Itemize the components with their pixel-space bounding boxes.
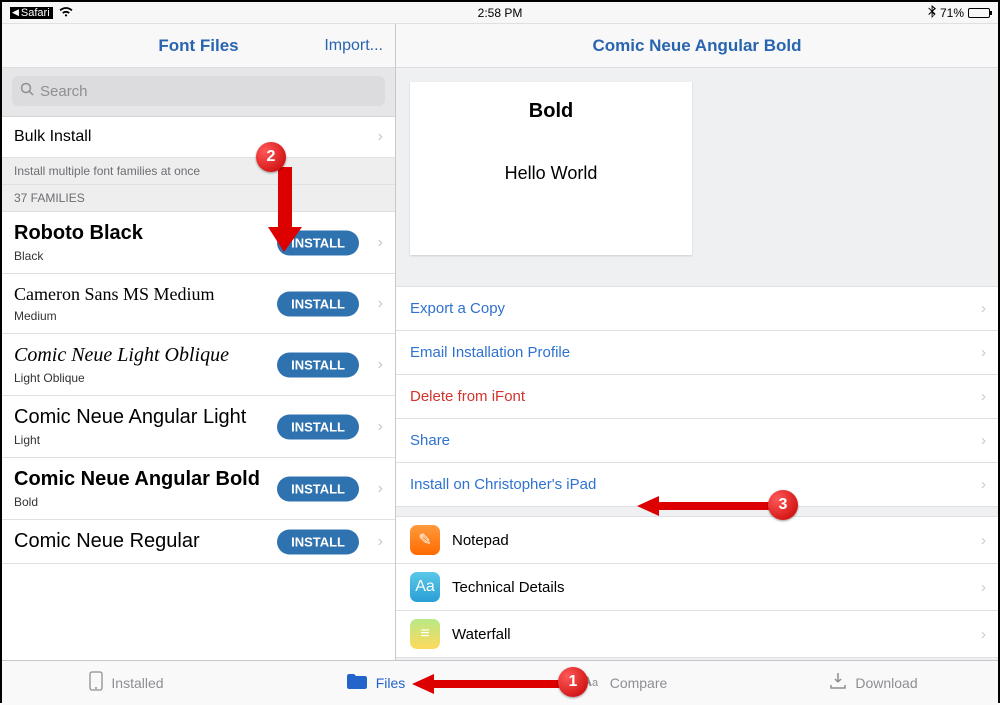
tab-installed[interactable]: Installed — [2, 661, 251, 705]
svg-text:a: a — [592, 677, 599, 689]
export-copy-row[interactable]: Export a Copy › — [396, 286, 998, 331]
install-button[interactable]: INSTALL — [277, 529, 359, 554]
right-navbar: Comic Neue Angular Bold — [396, 24, 998, 68]
chevron-right-icon: › — [378, 480, 383, 498]
install-device-label: Install on Christopher's iPad — [410, 476, 596, 493]
marker-1: 1 — [558, 667, 588, 697]
bluetooth-icon — [928, 5, 936, 21]
chevron-right-icon: › — [981, 344, 986, 361]
font-preview-card: Bold Hello World — [410, 82, 692, 255]
email-label: Email Installation Profile — [410, 344, 570, 361]
download-icon — [829, 672, 847, 695]
device-icon — [89, 671, 103, 696]
app-row[interactable]: ≡ Waterfall › — [396, 610, 998, 658]
search-placeholder: Search — [40, 83, 88, 100]
font-row[interactable]: Cameron Sans MS MediumMediumINSTALL› — [2, 274, 395, 334]
search-input[interactable]: Search — [12, 76, 385, 106]
left-navbar: Font Files Import... — [2, 24, 395, 68]
app-icon: Aa — [410, 572, 440, 602]
font-row[interactable]: Comic Neue Angular BoldBoldINSTALL› — [2, 458, 395, 520]
chevron-right-icon: › — [981, 579, 986, 596]
actions-list: Export a Copy › Email Installation Profil… — [396, 287, 998, 507]
chevron-right-icon: › — [378, 295, 383, 313]
app-row[interactable]: ✎ Notepad › — [396, 516, 998, 564]
font-list: Bulk Install › Install multiple font fam… — [2, 117, 395, 660]
chevron-right-icon: › — [981, 300, 986, 317]
tab-download[interactable]: Download — [749, 661, 998, 705]
right-pane: Comic Neue Angular Bold Bold Hello World… — [396, 24, 998, 660]
install-button[interactable]: INSTALL — [277, 476, 359, 501]
bulk-subtitle: Install multiple font families at once — [2, 158, 395, 185]
font-row[interactable]: Comic Neue RegularINSTALL› — [2, 520, 395, 564]
app-label: Notepad — [452, 532, 509, 549]
search-icon — [20, 82, 34, 100]
family-count: 37 FAMILIES — [2, 185, 395, 212]
delete-label: Delete from iFont — [410, 388, 525, 405]
battery-icon — [968, 8, 990, 18]
install-button[interactable]: INSTALL — [277, 414, 359, 439]
tab-label: Download — [855, 675, 917, 691]
chevron-right-icon: › — [378, 533, 383, 551]
left-pane: Font Files Import... Search Bulk Install… — [2, 24, 396, 660]
install-button[interactable]: INSTALL — [277, 291, 359, 316]
app-label: Waterfall — [452, 626, 511, 643]
chevron-right-icon: › — [981, 388, 986, 405]
app-row[interactable]: Aa Technical Details › — [396, 563, 998, 611]
arrow-1 — [412, 672, 562, 696]
share-row[interactable]: Share › — [396, 418, 998, 463]
export-label: Export a Copy — [410, 300, 505, 317]
chevron-right-icon: › — [981, 432, 986, 449]
marker-2: 2 — [256, 142, 286, 172]
chevron-right-icon: › — [378, 234, 383, 252]
right-title: Comic Neue Angular Bold — [592, 36, 801, 56]
chevron-right-icon: › — [981, 532, 986, 549]
preview-style: Bold — [529, 100, 573, 123]
chevron-right-icon: › — [378, 418, 383, 436]
folder-icon — [346, 673, 368, 694]
delete-row[interactable]: Delete from iFont › — [396, 374, 998, 419]
status-time: 2:58 PM — [2, 6, 998, 20]
app-label: Technical Details — [452, 579, 565, 596]
font-row[interactable]: Comic Neue Angular LightLightINSTALL› — [2, 396, 395, 458]
app-icon: ✎ — [410, 525, 440, 555]
chevron-right-icon: › — [378, 128, 383, 146]
bulk-install-row[interactable]: Bulk Install › — [2, 117, 395, 158]
app-list: ✎ Notepad › Aa Technical Details › ≡ Waterfall › — [396, 517, 998, 658]
font-row[interactable]: Roboto BlackBlackINSTALL› — [2, 212, 395, 274]
font-row[interactable]: Comic Neue Light ObliqueLight ObliqueINS… — [2, 334, 395, 396]
tab-label: Installed — [111, 675, 163, 691]
marker-3: 3 — [768, 490, 798, 520]
arrow-3 — [637, 494, 772, 518]
email-profile-row[interactable]: Email Installation Profile › — [396, 330, 998, 375]
import-button[interactable]: Import... — [324, 37, 383, 55]
chevron-right-icon: › — [981, 626, 986, 643]
install-button[interactable]: INSTALL — [277, 352, 359, 377]
status-bar: Safari 2:58 PM 71% — [2, 2, 998, 24]
chevron-right-icon: › — [378, 356, 383, 374]
search-bar: Search — [2, 68, 395, 117]
bulk-install-label: Bulk Install — [14, 128, 91, 146]
chevron-right-icon: › — [981, 476, 986, 493]
arrow-2 — [262, 167, 312, 252]
share-label: Share — [410, 432, 450, 449]
battery-pct: 71% — [940, 6, 964, 20]
preview-sample: Hello World — [505, 163, 598, 184]
tab-label: Compare — [610, 675, 668, 691]
left-title: Font Files — [158, 36, 238, 56]
app-icon: ≡ — [410, 619, 440, 649]
tab-label: Files — [376, 675, 406, 691]
